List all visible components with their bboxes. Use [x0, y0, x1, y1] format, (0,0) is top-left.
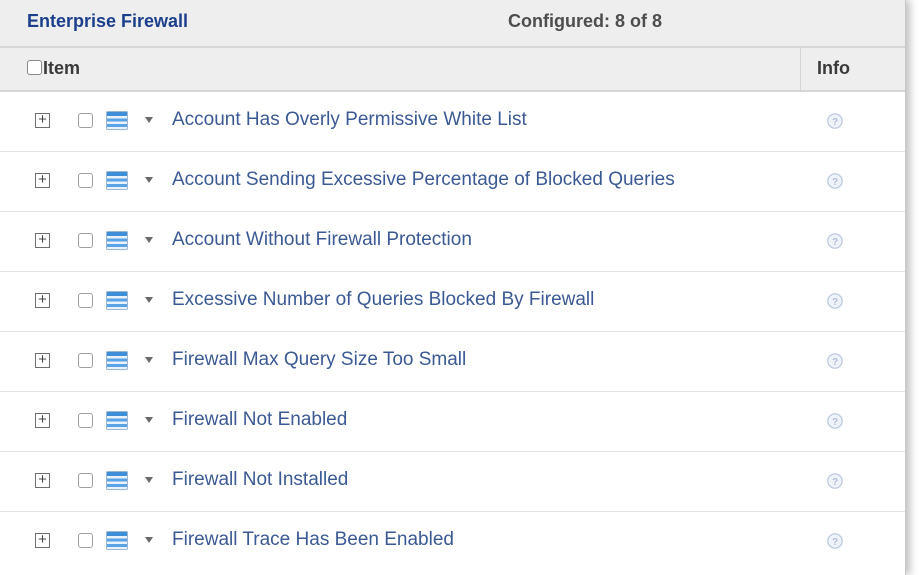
list-icon[interactable] [106, 231, 128, 250]
rule-row[interactable]: + Firewall Trace Has Been Enabled ? [0, 512, 905, 572]
caret-down-icon[interactable] [145, 477, 153, 483]
rule-label[interactable]: Firewall Not Enabled [172, 409, 347, 431]
row-checkbox[interactable] [78, 173, 93, 188]
row-checkbox[interactable] [78, 233, 93, 248]
panel-title-bar: Enterprise Firewall Configured: 8 of 8 [0, 0, 905, 46]
rule-row[interactable]: + Excessive Number of Queries Blocked By… [0, 272, 905, 332]
rule-label[interactable]: Firewall Trace Has Been Enabled [172, 529, 454, 551]
question-circle-icon[interactable]: ? [827, 353, 843, 369]
question-circle-icon[interactable]: ? [827, 233, 843, 249]
caret-down-icon[interactable] [145, 237, 153, 243]
list-icon[interactable] [106, 351, 128, 370]
rule-row[interactable]: + Account Has Overly Permissive White Li… [0, 92, 905, 152]
caret-down-icon[interactable] [145, 117, 153, 123]
svg-text:?: ? [832, 177, 838, 188]
plus-square-icon[interactable]: + [35, 472, 50, 488]
plus-square-icon[interactable]: + [35, 112, 50, 128]
caret-down-icon[interactable] [145, 177, 153, 183]
row-checkbox[interactable] [78, 533, 93, 548]
caret-down-icon[interactable] [145, 297, 153, 303]
list-icon[interactable] [106, 291, 128, 310]
plus-square-icon[interactable]: + [35, 532, 50, 548]
question-circle-icon[interactable]: ? [827, 473, 843, 489]
list-icon[interactable] [106, 531, 128, 550]
rule-row[interactable]: + Account Without Firewall Protection ? [0, 212, 905, 272]
rule-row[interactable]: + Firewall Not Installed ? [0, 452, 905, 512]
rule-row[interactable]: + Firewall Not Enabled ? [0, 392, 905, 452]
caret-down-icon[interactable] [145, 537, 153, 543]
rule-label[interactable]: Firewall Not Installed [172, 469, 348, 491]
list-icon[interactable] [106, 411, 128, 430]
question-circle-icon[interactable]: ? [827, 113, 843, 129]
rule-label[interactable]: Firewall Max Query Size Too Small [172, 349, 466, 371]
caret-down-icon[interactable] [145, 357, 153, 363]
svg-text:?: ? [832, 477, 838, 488]
info-column-header[interactable]: Info [817, 58, 850, 79]
row-checkbox[interactable] [78, 293, 93, 308]
caret-down-icon[interactable] [145, 417, 153, 423]
column-header: Item Info [0, 46, 905, 92]
configured-count: Configured: 8 of 8 [508, 11, 662, 31]
plus-square-icon[interactable]: + [35, 292, 50, 308]
row-checkbox[interactable] [78, 113, 93, 128]
question-circle-icon[interactable]: ? [827, 533, 843, 549]
list-icon[interactable] [106, 171, 128, 190]
item-column-header[interactable]: Item [43, 58, 80, 79]
svg-text:?: ? [832, 537, 838, 548]
rule-label[interactable]: Excessive Number of Queries Blocked By F… [172, 289, 594, 311]
rule-row[interactable]: + Firewall Max Query Size Too Small ? [0, 332, 905, 392]
column-divider [800, 48, 801, 90]
rule-label[interactable]: Account Has Overly Permissive White List [172, 109, 527, 131]
rule-label[interactable]: Account Sending Excessive Percentage of … [172, 169, 675, 191]
svg-text:?: ? [832, 297, 838, 308]
panel-title[interactable]: Enterprise Firewall [27, 11, 188, 32]
plus-square-icon[interactable]: + [35, 412, 50, 428]
plus-square-icon[interactable]: + [35, 352, 50, 368]
question-circle-icon[interactable]: ? [827, 293, 843, 309]
svg-text:?: ? [832, 417, 838, 428]
list-icon[interactable] [106, 471, 128, 490]
question-circle-icon[interactable]: ? [827, 173, 843, 189]
select-all-checkbox[interactable] [27, 60, 42, 75]
row-checkbox[interactable] [78, 473, 93, 488]
question-circle-icon[interactable]: ? [827, 413, 843, 429]
rule-row[interactable]: + Account Sending Excessive Percentage o… [0, 152, 905, 212]
svg-text:?: ? [832, 117, 838, 128]
svg-text:?: ? [832, 357, 838, 368]
rule-list: + Account Has Overly Permissive White Li… [0, 92, 905, 572]
plus-square-icon[interactable]: + [35, 172, 50, 188]
firewall-panel: Enterprise Firewall Configured: 8 of 8 I… [0, 0, 906, 575]
rule-label[interactable]: Account Without Firewall Protection [172, 229, 472, 251]
row-checkbox[interactable] [78, 413, 93, 428]
plus-square-icon[interactable]: + [35, 232, 50, 248]
list-icon[interactable] [106, 111, 128, 130]
svg-text:?: ? [832, 237, 838, 248]
row-checkbox[interactable] [78, 353, 93, 368]
